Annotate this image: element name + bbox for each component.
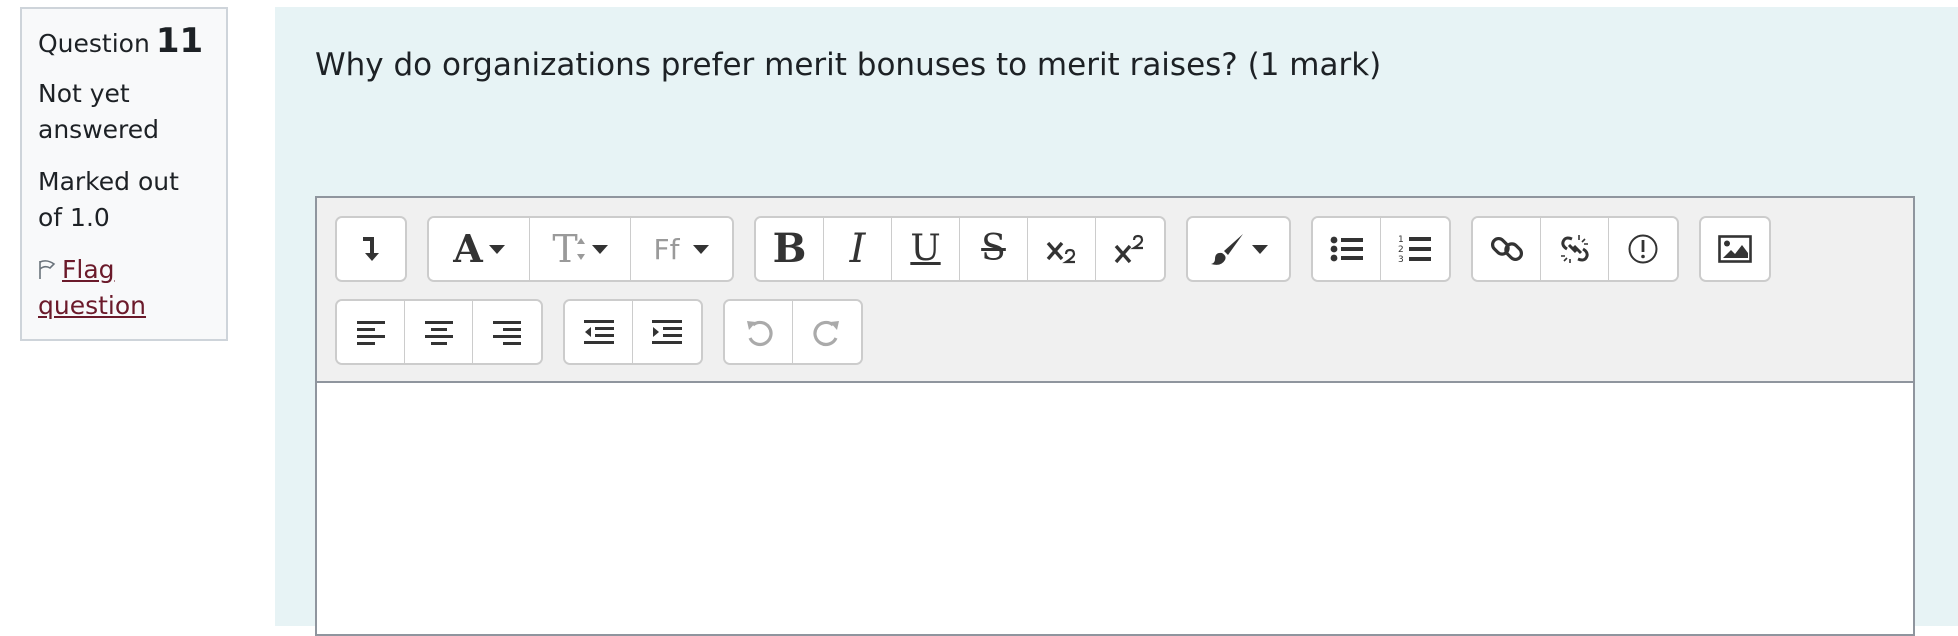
toolbar-row-2 — [335, 299, 863, 365]
toolbar-group-lists: 1 2 3 — [1311, 216, 1451, 282]
flag-question-link[interactable]: Flag question — [38, 252, 210, 324]
redo-button[interactable] — [793, 301, 861, 363]
superscript-button[interactable] — [1096, 218, 1164, 280]
question-info-panel: Question 11 Not yet answered Marked out … — [20, 7, 228, 341]
italic-button[interactable]: I — [824, 218, 892, 280]
link-icon — [1490, 236, 1523, 262]
outdent-icon — [583, 320, 614, 344]
strikethrough-button[interactable]: S — [960, 218, 1028, 280]
svg-text:1: 1 — [1398, 235, 1404, 245]
subscript-icon — [1046, 241, 1075, 264]
toolbar-group-collapse — [335, 216, 407, 282]
svg-text:2: 2 — [1398, 245, 1404, 255]
exclamation-circle-icon — [1628, 234, 1658, 264]
question-label: Question — [38, 29, 150, 58]
align-right-icon — [493, 321, 521, 345]
font-size-icon: T — [552, 227, 578, 271]
align-center-button[interactable] — [405, 301, 473, 363]
ordered-list-button[interactable]: 1 2 3 — [1381, 218, 1449, 280]
image-icon — [1718, 235, 1752, 263]
editor-toolbar: A T Ff B I U S 1 2 3 — [317, 198, 1913, 383]
italic-icon: I — [849, 226, 866, 272]
paint-brush-icon — [1210, 234, 1243, 265]
link-button[interactable] — [1473, 218, 1541, 280]
bold-button[interactable]: B — [756, 218, 824, 280]
background-color-button[interactable] — [1188, 218, 1289, 280]
underline-icon: U — [910, 228, 941, 269]
toolbar-group-media — [1699, 216, 1771, 282]
bold-icon: B — [772, 225, 807, 272]
undo-icon — [746, 320, 773, 347]
indent-icon — [652, 320, 682, 344]
question-state: Not yet answered — [38, 79, 159, 144]
superscript-icon — [1114, 234, 1144, 264]
svg-text:3: 3 — [1398, 255, 1404, 265]
align-center-icon — [424, 321, 453, 345]
flag-icon — [39, 260, 56, 279]
font-family-icon: Ff — [653, 232, 680, 266]
show-more-buttons[interactable] — [337, 218, 405, 280]
underline-button[interactable]: U — [892, 218, 960, 280]
accessibility-checker-button[interactable] — [1609, 218, 1677, 280]
redo-icon — [813, 320, 839, 347]
align-right-button[interactable] — [473, 301, 541, 363]
font-family-button[interactable]: Ff — [631, 218, 732, 280]
align-left-icon — [356, 321, 385, 345]
unordered-list-button[interactable] — [1313, 218, 1381, 280]
answer-editor: A T Ff B I U S 1 2 3 — [315, 196, 1915, 636]
collapse-arrow-icon — [363, 237, 379, 261]
toolbar-group-color — [1186, 216, 1291, 282]
question-grade: Marked out of 1.0 — [38, 167, 179, 232]
unlink-icon — [1560, 235, 1589, 263]
insert-image-button[interactable] — [1701, 218, 1769, 280]
chevron-down-icon — [488, 244, 505, 254]
toolbar-group-align — [335, 299, 543, 365]
strikethrough-icon: S — [981, 228, 1006, 269]
font-color-button[interactable]: A — [429, 218, 530, 280]
question-number-heading: Question 11 — [38, 23, 210, 62]
font-size-arrows-icon — [576, 238, 585, 260]
question-content: Why do organizations prefer merit bonuse… — [275, 7, 1958, 636]
font-size-button[interactable]: T — [530, 218, 631, 280]
chevron-down-icon — [693, 244, 710, 254]
bullet-list-icon — [1330, 236, 1363, 262]
outdent-button[interactable] — [565, 301, 633, 363]
indent-button[interactable] — [633, 301, 701, 363]
unlink-button[interactable] — [1541, 218, 1609, 280]
question-text: Why do organizations prefer merit bonuse… — [315, 47, 1382, 83]
toolbar-group-font: A T Ff — [427, 216, 734, 282]
chevron-down-icon — [1251, 244, 1268, 254]
toolbar-row-1: A T Ff B I U S 1 2 3 — [335, 216, 1771, 282]
numbered-list-icon: 1 2 3 — [1398, 235, 1431, 265]
undo-button[interactable] — [725, 301, 793, 363]
chevron-down-icon — [591, 244, 608, 254]
toolbar-group-style: B I U S — [754, 216, 1166, 282]
toolbar-group-indent — [563, 299, 703, 365]
question-number: 11 — [155, 21, 204, 61]
align-left-button[interactable] — [337, 301, 405, 363]
font-color-icon: A — [453, 226, 483, 271]
editor-content-area[interactable] — [317, 383, 1913, 636]
toolbar-group-links — [1471, 216, 1679, 282]
subscript-button[interactable] — [1028, 218, 1096, 280]
toolbar-group-history — [723, 299, 863, 365]
